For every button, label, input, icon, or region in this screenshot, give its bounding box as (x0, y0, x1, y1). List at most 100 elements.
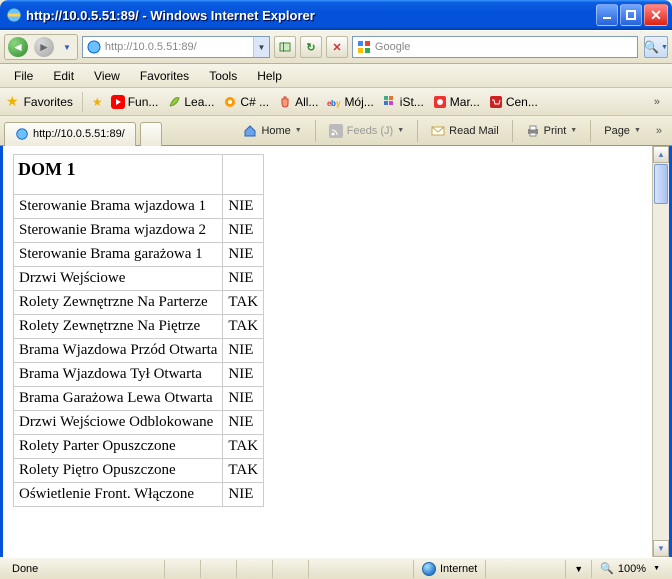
page-icon (86, 39, 102, 55)
search-button[interactable]: 🔍▼ (644, 36, 668, 58)
minimize-button[interactable] (596, 4, 618, 26)
fav-overflow-button[interactable]: » (648, 96, 666, 108)
address-input[interactable] (105, 38, 253, 56)
row-value: NIE (223, 411, 264, 435)
page-title: DOM 1 (14, 155, 223, 195)
table-row: Brama Wjazdowa Przód OtwartaNIE (14, 339, 264, 363)
row-value: NIE (223, 387, 264, 411)
row-value: NIE (223, 219, 264, 243)
gear-icon (223, 95, 237, 109)
stop-button[interactable]: ✕ (326, 36, 348, 58)
page-button[interactable]: Page▼ (599, 123, 646, 139)
feeds-icon (329, 124, 343, 138)
fav-item-cs[interactable]: C# ... (220, 93, 272, 111)
menu-file[interactable]: File (6, 67, 41, 85)
zoom-level[interactable]: 🔍 100% ▼ (591, 560, 668, 578)
row-value: NIE (223, 195, 264, 219)
home-icon (243, 124, 257, 138)
cart-icon (489, 95, 503, 109)
row-label: Rolety Zewnętrzne Na Piętrze (14, 315, 223, 339)
fav-item-moj[interactable]: ebyMój... (324, 93, 376, 111)
menu-tools[interactable]: Tools (201, 67, 245, 85)
status-table: DOM 1 Sterowanie Brama wjazdowa 1NIESter… (13, 154, 264, 507)
row-label: Brama Wjazdowa Tył Otwarta (14, 363, 223, 387)
table-row: Sterowanie Brama wjazdowa 1NIE (14, 195, 264, 219)
tab-current[interactable]: http://10.0.5.51:89/ (4, 122, 136, 146)
row-value: NIE (223, 243, 264, 267)
new-tab-button[interactable] (140, 122, 162, 146)
fav-item-mar[interactable]: Mar... (430, 93, 483, 111)
row-label: Sterowanie Brama garażowa 1 (14, 243, 223, 267)
maximize-button[interactable] (620, 4, 642, 26)
scroll-up-button[interactable]: ▲ (653, 146, 669, 163)
close-button[interactable]: ✕ (644, 4, 668, 26)
home-button[interactable]: Home▼ (238, 122, 306, 140)
table-row: Drzwi WejścioweNIE (14, 267, 264, 291)
ebay-icon: eby (327, 95, 341, 109)
refresh-button[interactable]: ↻ (300, 36, 322, 58)
table-row: Rolety Zewnętrzne Na PiętrzeTAK (14, 315, 264, 339)
ie-logo-icon (6, 7, 22, 23)
search-input[interactable] (375, 38, 637, 56)
cmd-overflow-button[interactable]: » (650, 125, 668, 137)
scroll-thumb[interactable] (654, 164, 668, 204)
row-label: Sterowanie Brama wjazdowa 2 (14, 219, 223, 243)
security-zone[interactable]: Internet (413, 560, 485, 578)
grid-icon (383, 95, 397, 109)
favorites-star-icon[interactable]: ★ (6, 93, 19, 110)
table-row: Oświetlenie Front. WłączoneNIE (14, 483, 264, 507)
refresh-icon: ↻ (306, 41, 315, 54)
window-titlebar: http://10.0.5.51:89/ - Windows Internet … (0, 0, 672, 30)
address-bar[interactable]: ▼ (82, 36, 270, 58)
menu-bar: File Edit View Favorites Tools Help (0, 64, 672, 88)
print-icon (526, 124, 540, 138)
print-button[interactable]: Print▼ (521, 122, 583, 140)
zoom-dropdown[interactable]: ▼ (565, 560, 591, 578)
table-row: Rolety Piętro OpuszczoneTAK (14, 459, 264, 483)
row-label: Drzwi Wejściowe (14, 267, 223, 291)
row-label: Sterowanie Brama wjazdowa 1 (14, 195, 223, 219)
menu-edit[interactable]: Edit (45, 67, 82, 85)
add-favorite-icon[interactable]: ★ (92, 95, 103, 109)
row-label: Rolety Zewnętrzne Na Parterze (14, 291, 223, 315)
fav-item-cen[interactable]: Cen... (486, 93, 541, 111)
leaf-icon (167, 95, 181, 109)
scroll-track[interactable] (653, 163, 669, 540)
zoom-icon: 🔍 (600, 562, 614, 575)
readmail-button[interactable]: Read Mail (426, 122, 504, 140)
mail-icon (431, 124, 445, 138)
menu-view[interactable]: View (86, 67, 128, 85)
stop-icon: ✕ (332, 41, 341, 54)
favorites-label[interactable]: Favorites (24, 95, 73, 109)
scroll-down-button[interactable]: ▼ (653, 540, 669, 557)
search-box[interactable] (352, 36, 638, 58)
back-button[interactable]: ◄ (5, 35, 31, 59)
tab-label: http://10.0.5.51:89/ (33, 128, 125, 140)
compat-view-button[interactable] (274, 36, 296, 58)
table-row: Drzwi Wejściowe OdblokowaneNIE (14, 411, 264, 435)
recent-pages-dropdown[interactable]: ▼ (57, 43, 77, 52)
vertical-scrollbar[interactable]: ▲ ▼ (652, 146, 669, 557)
row-value: TAK (223, 315, 264, 339)
row-value: NIE (223, 483, 264, 507)
protected-mode[interactable] (485, 560, 565, 578)
address-dropdown[interactable]: ▼ (253, 37, 269, 57)
ie-page-icon (15, 127, 29, 141)
fav-item-fun[interactable]: Fun... (108, 93, 162, 111)
hand-icon (278, 95, 292, 109)
menu-help[interactable]: Help (249, 67, 290, 85)
row-value: NIE (223, 267, 264, 291)
row-label: Rolety Parter Opuszczone (14, 435, 223, 459)
fav-item-all[interactable]: All... (275, 93, 321, 111)
menu-favorites[interactable]: Favorites (132, 67, 197, 85)
row-value: NIE (223, 363, 264, 387)
fav-item-ist[interactable]: iSt... (380, 93, 427, 111)
svg-text:y: y (336, 99, 341, 108)
feeds-button[interactable]: Feeds (J)▼ (324, 122, 409, 140)
content-area: DOM 1 Sterowanie Brama wjazdowa 1NIESter… (0, 146, 672, 557)
forward-button[interactable]: ► (31, 35, 57, 59)
tab-command-bar: http://10.0.5.51:89/ Home▼ Feeds (J)▼ Re… (0, 116, 672, 146)
status-bar: Done Internet ▼ 🔍 100% ▼ (0, 557, 672, 579)
row-label: Oświetlenie Front. Włączone (14, 483, 223, 507)
fav-item-lea[interactable]: Lea... (164, 93, 217, 111)
